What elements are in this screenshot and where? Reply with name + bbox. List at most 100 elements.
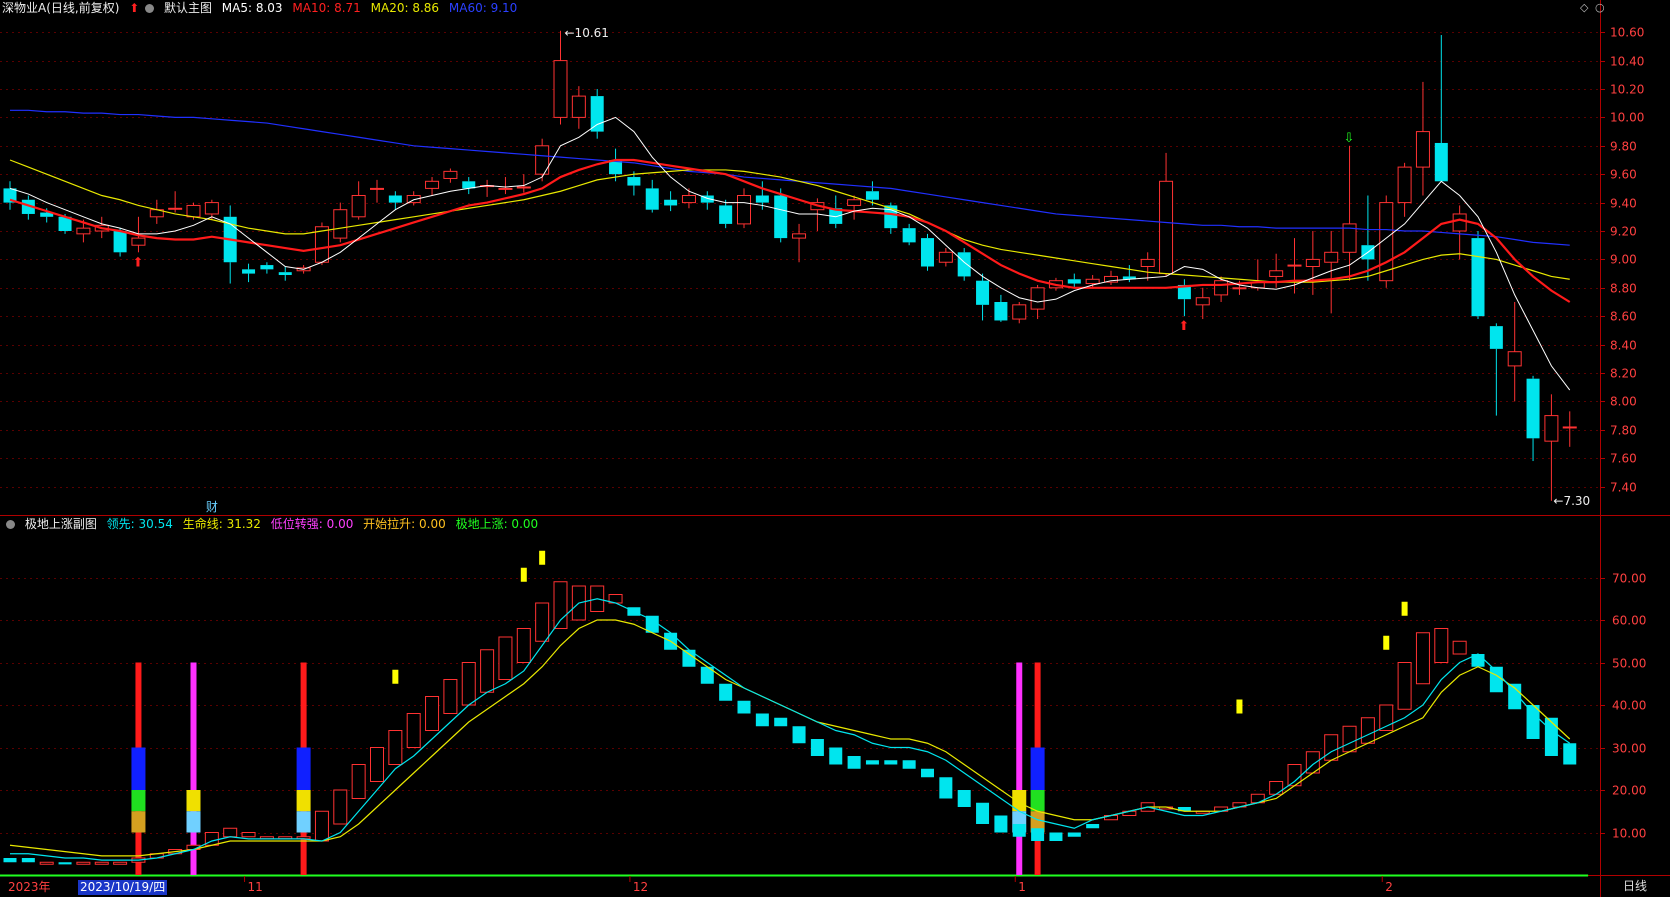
sub-bar — [480, 649, 495, 693]
symbol-title[interactable]: 深物业A(日线,前复权) — [2, 1, 119, 15]
sub-bar — [792, 726, 806, 744]
candle-body — [571, 95, 586, 118]
candle-body — [865, 191, 879, 200]
price-tick-label: 7.80 — [1610, 424, 1637, 438]
signal-block-mid — [131, 790, 146, 812]
low-turn-label: 低位转强: 0.00 — [270, 517, 354, 531]
price-tick-label: 9.20 — [1610, 225, 1637, 239]
red-up-arrow-icon: ⬆ — [132, 255, 143, 270]
template-label[interactable]: 默认主图 — [164, 1, 212, 15]
sub-settings-circle-icon[interactable] — [6, 520, 15, 529]
sub-tick-label: 50.00 — [1612, 657, 1646, 671]
candle-body — [1507, 351, 1522, 367]
yellow-signal-mark — [1236, 699, 1243, 714]
candle-body — [1526, 378, 1540, 439]
finance-marker: 财 — [206, 500, 218, 514]
sub-bar — [553, 581, 568, 629]
sub-bar — [1342, 725, 1357, 753]
diamond-icon[interactable]: ◇ — [1580, 1, 1588, 14]
candle-body — [333, 209, 348, 239]
signal-block-mid — [186, 790, 201, 812]
candle-body — [260, 265, 274, 270]
red-up-arrow-icon[interactable]: ⬆ — [129, 1, 139, 15]
sub-bar — [847, 756, 861, 769]
candle-body — [645, 188, 659, 210]
sub-bar — [241, 832, 256, 838]
candle-body — [627, 177, 641, 186]
circle-icon[interactable]: ○ — [1595, 1, 1605, 14]
signal-block-blue — [131, 747, 146, 790]
month-label: 1 — [1018, 880, 1026, 894]
signal-block-blue — [1030, 747, 1045, 790]
candle-body — [1085, 278, 1100, 285]
sub-bar — [1086, 824, 1100, 829]
price-tick-label: 8.00 — [1610, 395, 1637, 409]
sub-bar — [957, 790, 971, 807]
candle-body — [370, 187, 384, 190]
candle-body — [351, 195, 366, 218]
sub-bar — [810, 739, 824, 756]
sub-bar — [755, 713, 769, 727]
signal-stem — [190, 662, 197, 875]
period-label[interactable]: 日线 — [1600, 875, 1670, 897]
signal-block-low — [296, 811, 311, 833]
month-label: 11 — [248, 880, 263, 894]
sub-bar — [1563, 743, 1577, 765]
ma60-label: MA60: 9.10 — [448, 1, 518, 15]
yellow-signal-mark — [1401, 601, 1408, 616]
candle-body — [847, 199, 862, 206]
sub-bar — [939, 777, 953, 799]
candle-body — [1140, 258, 1155, 267]
sub-bar — [719, 683, 733, 701]
price-tick-label: 10.00 — [1610, 111, 1644, 125]
yellow-signal-mark — [392, 669, 399, 684]
candle-body — [1159, 180, 1174, 275]
sub-bar — [994, 815, 1008, 833]
sub-tick-label: 10.00 — [1612, 827, 1646, 841]
sub-bar — [1452, 640, 1467, 655]
sub-bar — [351, 764, 366, 799]
settings-circle-icon[interactable] — [145, 4, 155, 13]
red-up-arrow-icon: ⬆ — [1178, 319, 1189, 334]
polar-rise-label: 极地上涨: 0.00 — [455, 517, 539, 531]
price-tick-label: 9.80 — [1610, 140, 1637, 154]
candle-body — [1305, 258, 1320, 267]
candle-body — [938, 251, 953, 263]
sub-tick-label: 30.00 — [1612, 742, 1646, 756]
price-tick-label: 10.20 — [1610, 83, 1644, 97]
yellow-signal-mark — [1383, 635, 1390, 650]
sub-bar — [535, 602, 550, 642]
sub-bar — [39, 861, 54, 865]
life-label: 生命线: 31.32 — [182, 517, 261, 531]
candle-body — [76, 227, 91, 235]
sub-tick-label: 60.00 — [1612, 614, 1646, 628]
sub-bar — [1012, 824, 1026, 837]
candle-body — [681, 195, 696, 204]
sub-bar — [737, 700, 751, 714]
sub-bar — [884, 760, 898, 765]
candle-body — [242, 269, 256, 274]
sub-bar — [223, 827, 238, 838]
kline-chart[interactable]: 10.60 10.40 10.20 10.00 9.80 9.60 9.40 9.20 9.00… — [0, 0, 1670, 897]
ma5-label: MA5: 8.03 — [221, 1, 283, 15]
candle-body — [425, 180, 440, 189]
ma20-label: MA20: 8.86 — [370, 1, 440, 15]
sub-chart-title[interactable]: 极地上涨副图 — [25, 517, 97, 531]
yellow-signal-mark — [520, 567, 527, 582]
selected-date: 2023/10/19/四 — [78, 880, 168, 895]
price-tick-label: 10.60 — [1610, 26, 1644, 40]
candle-body — [590, 96, 604, 132]
candle-body — [976, 280, 990, 305]
candle-body — [1269, 270, 1284, 277]
candle-body — [1287, 264, 1302, 267]
sub-bar — [1544, 717, 1558, 756]
sub-tick-label: 20.00 — [1612, 784, 1646, 798]
price-tick-label: 10.40 — [1610, 55, 1644, 69]
sub-bar — [1049, 832, 1063, 841]
sub-bar — [865, 760, 879, 765]
sub-bar — [21, 858, 35, 863]
sub-bar — [76, 861, 91, 865]
sub-bar — [829, 747, 843, 765]
candle-body — [1397, 166, 1412, 204]
month-label: 2 — [1385, 880, 1393, 894]
